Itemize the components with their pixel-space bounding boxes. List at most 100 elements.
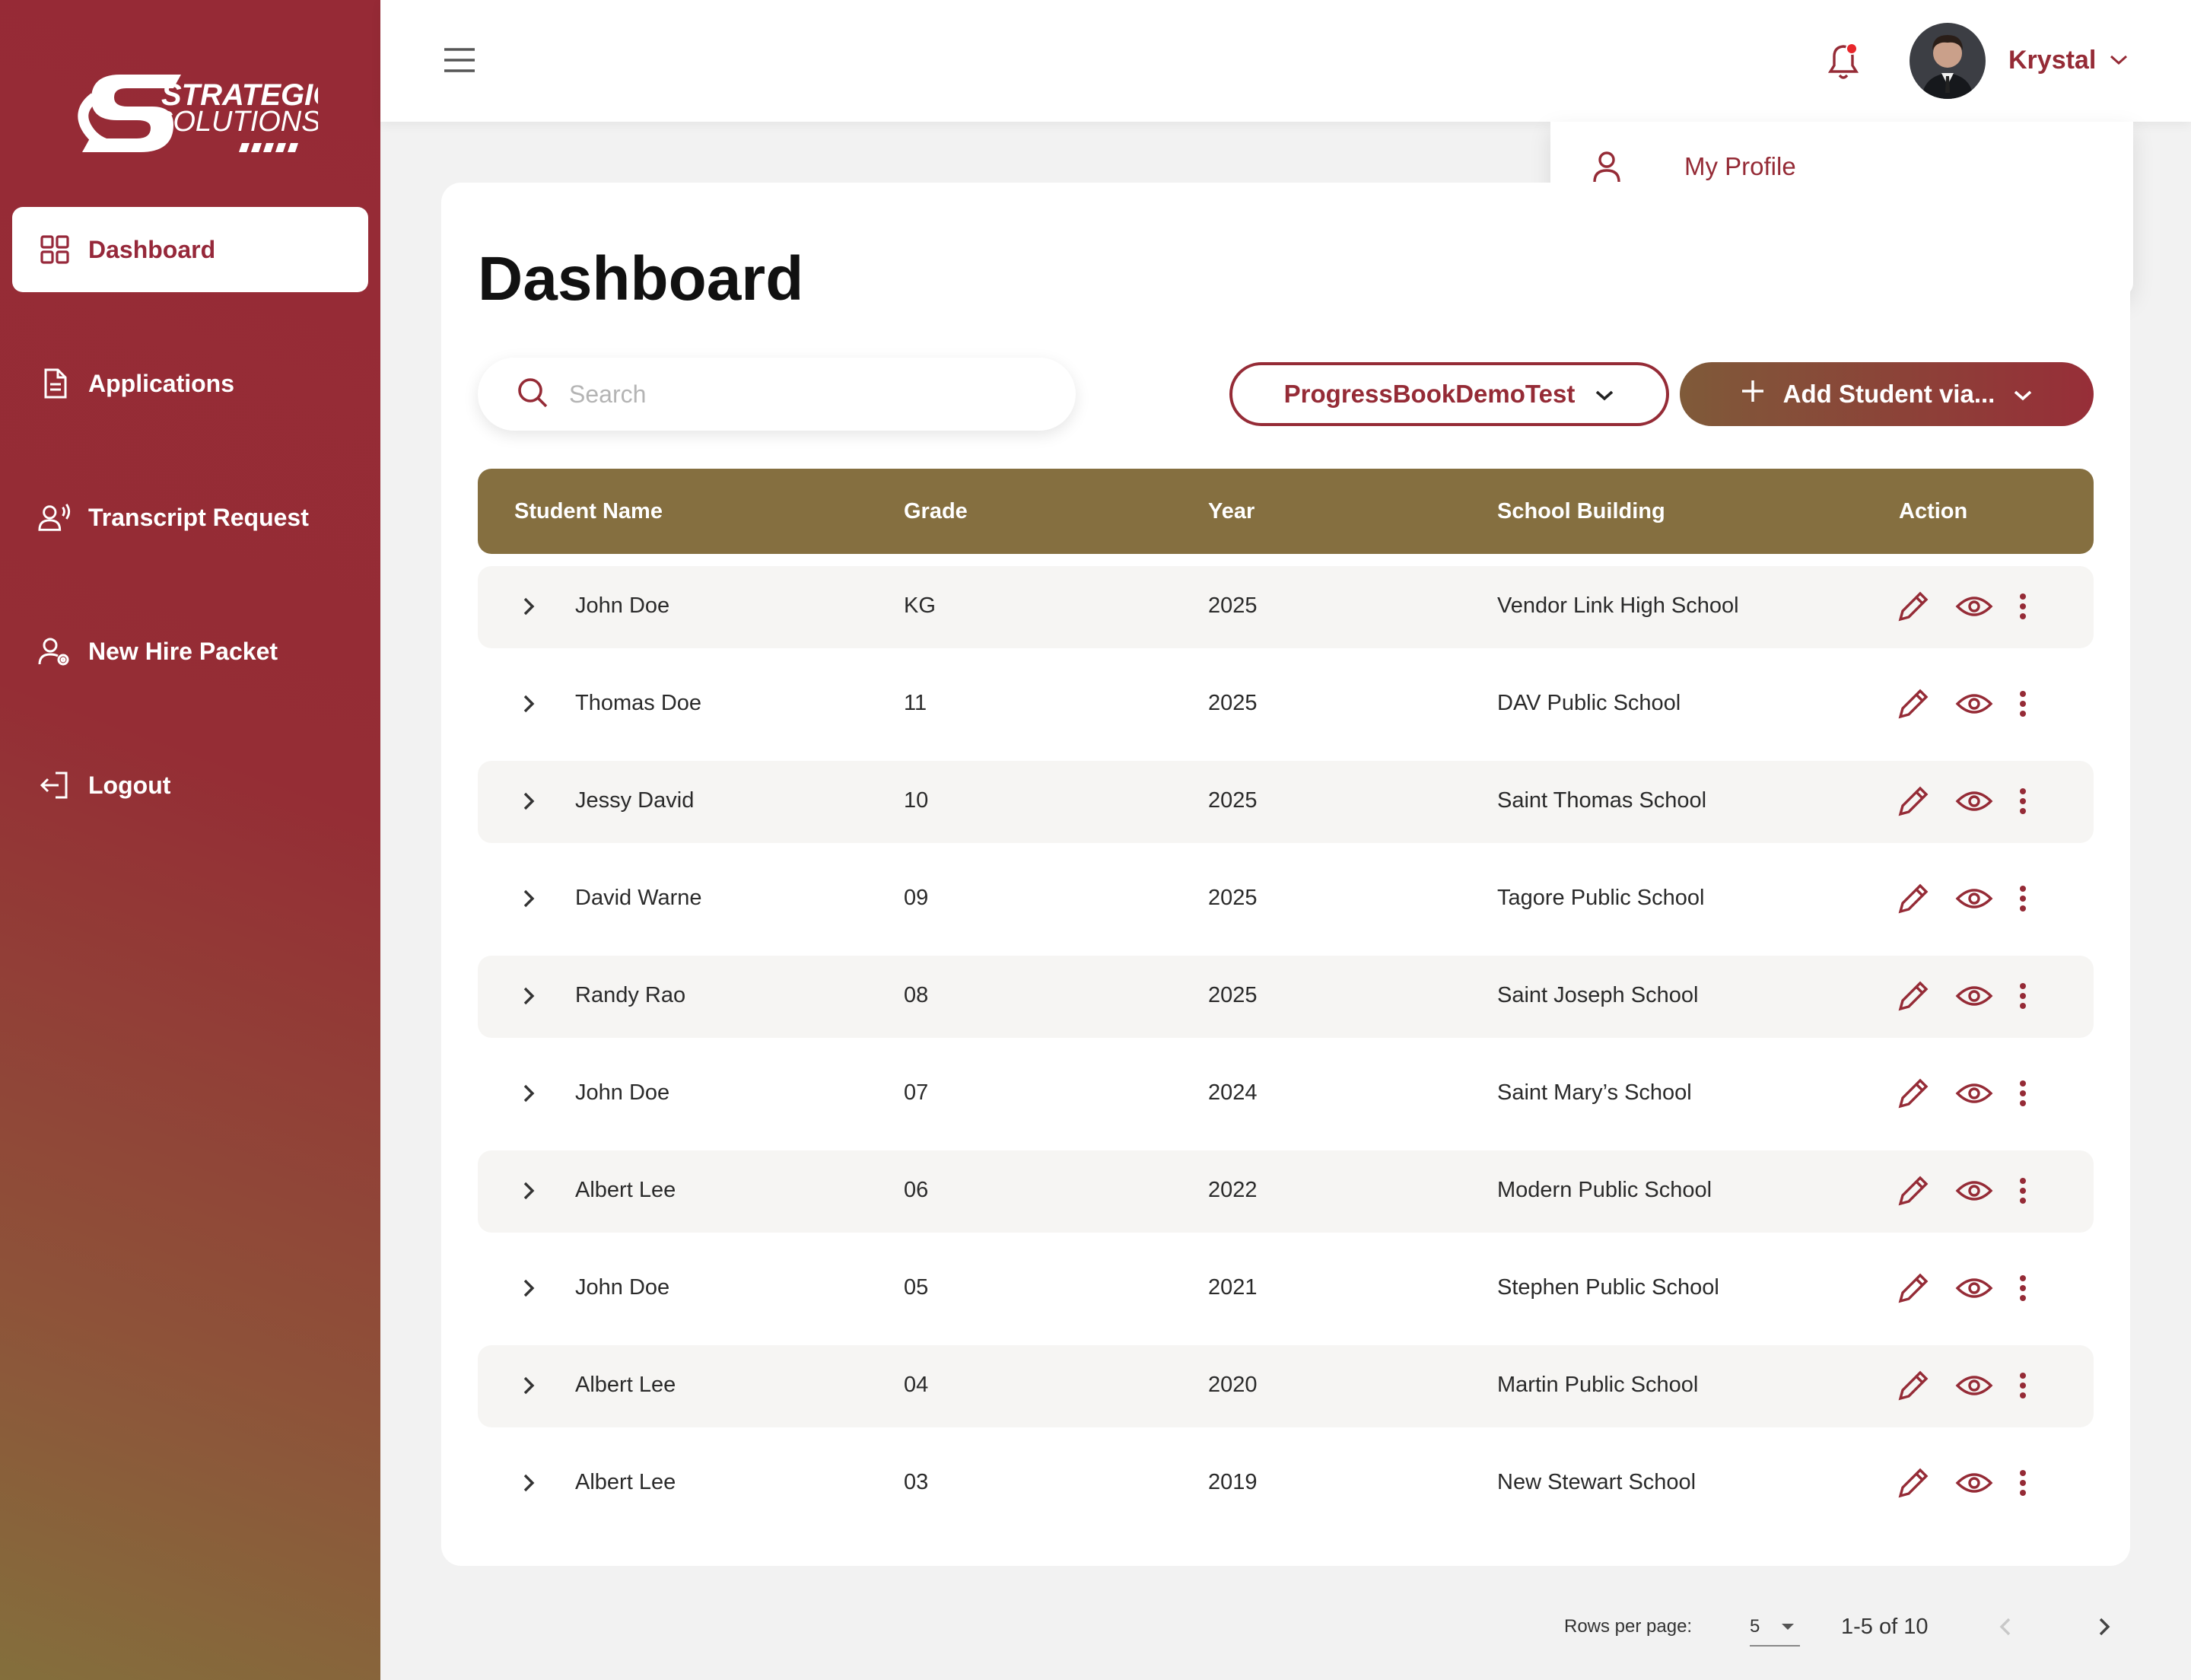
cell-student-name: Albert Lee	[575, 1178, 676, 1202]
sidebar-item-label: Logout	[88, 771, 171, 799]
cell-year: 2024	[1208, 1080, 1258, 1105]
pagination-range: 1-5 of 10	[1841, 1615, 1929, 1639]
more-vertical-icon[interactable]	[2004, 880, 2042, 918]
more-vertical-icon[interactable]	[2004, 1464, 2042, 1502]
rows-per-page-select[interactable]: 5	[1750, 1612, 1800, 1647]
cell-student-name: John Doe	[575, 1080, 670, 1105]
view-eye-icon[interactable]	[1955, 782, 1993, 820]
table-row[interactable]: David Warne 09 2025 Tagore Public School	[478, 858, 2094, 940]
cell-school-building: Saint Mary’s School	[1497, 1080, 1692, 1105]
more-vertical-icon[interactable]	[2004, 1367, 2042, 1405]
cell-student-name: Albert Lee	[575, 1470, 676, 1494]
table-row[interactable]: John Doe 07 2024 Saint Mary’s School	[478, 1053, 2094, 1135]
expand-row-chevron-icon[interactable]	[522, 1473, 536, 1493]
edit-icon[interactable]	[1894, 1172, 1932, 1210]
district-select-button[interactable]: ProgressBookDemoTest	[1229, 362, 1669, 426]
column-header[interactable]: Student Name	[514, 499, 663, 524]
add-student-button[interactable]: Add Student via...	[1680, 362, 2094, 426]
search-input[interactable]	[569, 380, 1026, 409]
view-eye-icon[interactable]	[1955, 1074, 1993, 1112]
column-header[interactable]: Grade	[904, 499, 968, 524]
expand-row-chevron-icon[interactable]	[522, 1278, 536, 1298]
cell-student-name: John Doe	[575, 593, 670, 618]
rows-per-page-label: Rows per page:	[1564, 1616, 1693, 1637]
view-eye-icon[interactable]	[1955, 880, 1993, 918]
table-row[interactable]: Albert Lee 03 2019 New Stewart School	[478, 1443, 2094, 1525]
caret-down-icon	[1782, 1624, 1794, 1630]
more-vertical-icon[interactable]	[2004, 1269, 2042, 1307]
expand-row-chevron-icon[interactable]	[522, 791, 536, 811]
edit-icon[interactable]	[1894, 1269, 1932, 1307]
brand-logo[interactable]: STRATEGIC SOLUTIONS	[67, 67, 335, 161]
avatar[interactable]	[1910, 23, 1986, 99]
edit-icon[interactable]	[1894, 1074, 1932, 1112]
sidebar-item-label: New Hire Packet	[88, 637, 278, 665]
view-eye-icon[interactable]	[1955, 977, 1993, 1015]
rows-per-page-value: 5	[1750, 1616, 1760, 1637]
cell-school-building: Martin Public School	[1497, 1373, 1699, 1397]
previous-page-button[interactable]	[1990, 1612, 2021, 1642]
edit-icon[interactable]	[1894, 782, 1932, 820]
more-vertical-icon[interactable]	[2004, 1074, 2042, 1112]
more-vertical-icon[interactable]	[2004, 977, 2042, 1015]
notification-bell-icon[interactable]	[1824, 40, 1864, 82]
view-eye-icon[interactable]	[1955, 1269, 1993, 1307]
more-vertical-icon[interactable]	[2004, 782, 2042, 820]
expand-row-chevron-icon[interactable]	[522, 1083, 536, 1103]
more-vertical-icon[interactable]	[2004, 685, 2042, 723]
cell-grade: 04	[904, 1373, 929, 1397]
edit-icon[interactable]	[1894, 977, 1932, 1015]
sidebar-item-dashboard[interactable]: Dashboard	[12, 207, 368, 292]
table-row[interactable]: Albert Lee 04 2020 Martin Public School	[478, 1345, 2094, 1427]
table-row[interactable]: Albert Lee 06 2022 Modern Public School	[478, 1150, 2094, 1233]
logout-icon	[38, 768, 72, 802]
table-header: Student Name Grade Year School Building …	[478, 469, 2094, 554]
menu-toggle-button[interactable]	[443, 47, 476, 73]
view-eye-icon[interactable]	[1955, 1367, 1993, 1405]
edit-icon[interactable]	[1894, 1367, 1932, 1405]
view-eye-icon[interactable]	[1955, 685, 1993, 723]
table-row[interactable]: Jessy David 10 2025 Saint Thomas School	[478, 761, 2094, 843]
cell-year: 2025	[1208, 983, 1258, 1007]
table-row[interactable]: John Doe 05 2021 Stephen Public School	[478, 1248, 2094, 1330]
edit-icon[interactable]	[1894, 1464, 1932, 1502]
chevron-down-icon[interactable]	[2109, 53, 2129, 67]
column-header[interactable]: School Building	[1497, 499, 1665, 524]
table-row[interactable]: John Doe KG 2025 Vendor Link High School	[478, 566, 2094, 648]
more-vertical-icon[interactable]	[2004, 587, 2042, 625]
cell-student-name: Randy Rao	[575, 983, 686, 1007]
expand-row-chevron-icon[interactable]	[522, 694, 536, 714]
user-name[interactable]: Krystal	[2008, 46, 2096, 75]
next-page-button[interactable]	[2089, 1612, 2119, 1642]
table-row[interactable]: Thomas Doe 11 2025 DAV Public School	[478, 663, 2094, 746]
view-eye-icon[interactable]	[1955, 1464, 1993, 1502]
cell-student-name: Jessy David	[575, 788, 695, 813]
cell-grade: 09	[904, 886, 929, 910]
cell-grade: KG	[904, 593, 936, 618]
cell-grade: 05	[904, 1275, 929, 1300]
sidebar-item-new-hire-packet[interactable]: New Hire Packet	[12, 609, 368, 694]
view-eye-icon[interactable]	[1955, 587, 1993, 625]
sidebar-item-logout[interactable]: Logout	[12, 743, 368, 828]
grid-icon	[38, 233, 72, 266]
table-row[interactable]: Randy Rao 08 2025 Saint Joseph School	[478, 956, 2094, 1038]
sidebar-item-applications[interactable]: Applications	[12, 341, 368, 426]
column-header[interactable]: Year	[1208, 499, 1254, 524]
more-vertical-icon[interactable]	[2004, 1172, 2042, 1210]
cell-year: 2025	[1208, 886, 1258, 910]
page-title: Dashboard	[478, 244, 804, 313]
edit-icon[interactable]	[1894, 587, 1932, 625]
cell-school-building: DAV Public School	[1497, 691, 1681, 715]
expand-row-chevron-icon[interactable]	[522, 889, 536, 908]
sidebar-item-transcript-request[interactable]: Transcript Request	[12, 475, 368, 560]
expand-row-chevron-icon[interactable]	[522, 1181, 536, 1201]
expand-row-chevron-icon[interactable]	[522, 986, 536, 1006]
edit-icon[interactable]	[1894, 880, 1932, 918]
expand-row-chevron-icon[interactable]	[522, 597, 536, 616]
edit-icon[interactable]	[1894, 685, 1932, 723]
search-icon	[516, 376, 549, 413]
view-eye-icon[interactable]	[1955, 1172, 1993, 1210]
chevron-down-icon	[2013, 380, 2033, 409]
expand-row-chevron-icon[interactable]	[522, 1376, 536, 1395]
search-box[interactable]	[478, 358, 1076, 431]
